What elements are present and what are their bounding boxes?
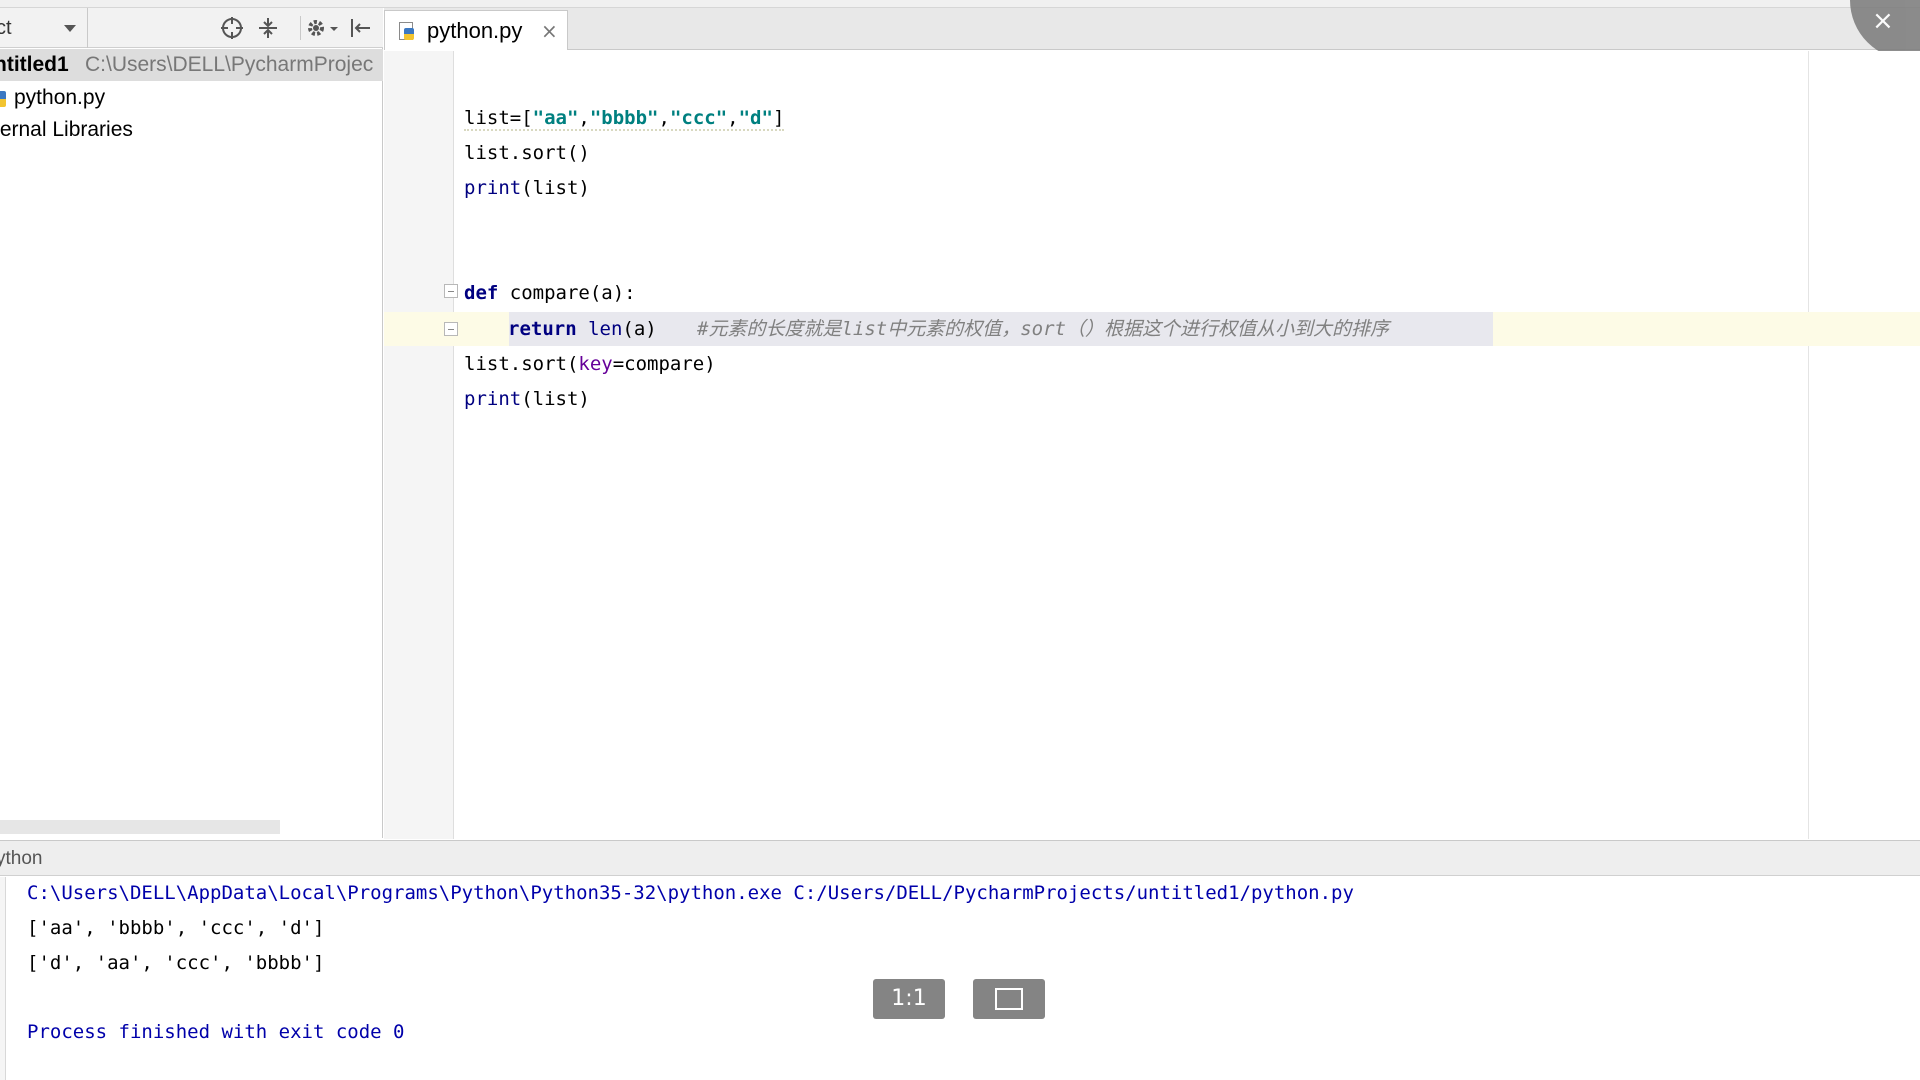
builtin-token: len [576,318,623,340]
code-token: compare(a): [498,282,636,304]
fold-marker-icon[interactable] [444,284,458,298]
code-line-7: print(list) [464,382,590,416]
actual-size-button[interactable]: 1:1 [873,979,945,1019]
run-panel-title: ython [0,848,43,869]
code-line-2: list.sort() [464,142,590,164]
string-token: "aa" [532,107,579,129]
toolbar-separator [300,16,301,40]
project-path: C:\Users\DELL\PycharmProjec [85,53,374,76]
top-strip [0,0,1920,8]
crosshair-icon[interactable] [220,16,244,40]
gear-dropdown-icon[interactable] [328,16,340,40]
code-token: =compare) [612,353,716,375]
gear-icon[interactable] [304,16,328,40]
python-file-icon [399,22,414,40]
tree-item-project[interactable]: ntitled1 C:\Users\DELL\PycharmProjec [0,49,383,81]
run-panel-header: ython [0,840,1920,876]
console-output-2: ['d', 'aa', 'ccc', 'bbbb'] [27,952,325,974]
tree-item-label: python.py [14,86,106,109]
chevron-down-icon [64,25,76,32]
code-line-6: list.sort(key=compare) [464,347,716,381]
string-token: "ccc" [669,107,728,129]
code-token: list.sort( [464,353,579,375]
code-editor[interactable] [455,51,1920,839]
right-margin-guide [1808,51,1809,839]
keyword-token: return [508,318,577,340]
tree-item-label: ternal Libraries [0,118,133,141]
close-icon: × [1872,6,1894,36]
fit-screen-icon [995,988,1023,1010]
collapse-icon[interactable] [256,16,280,40]
keyword-token: def [464,282,499,304]
code-token: (list) [521,177,590,199]
code-token: , [658,107,670,129]
project-toolbar: ct [0,8,383,48]
python-file-icon [0,91,6,107]
builtin-token: print [464,177,522,199]
builtin-token: print [464,388,522,410]
code-token: (a) [622,318,657,340]
run-gutter [0,877,6,1080]
code-line-5: return len(a) [508,312,657,346]
editor-tab-bar: python.py × [384,8,1920,50]
code-comment: #元素的长度就是list中元素的权值，sort（）根据这个进行权值从小到大的排序 [697,318,1389,340]
param-token: key [578,353,613,375]
code-token: , [727,107,739,129]
project-name: ntitled1 [0,53,69,76]
console-output-1: ['aa', 'bbbb', 'ccc', 'd'] [27,917,325,939]
console-exit-message: Process finished with exit code 0 [27,1021,405,1043]
close-icon[interactable]: × [541,11,558,51]
code-line-4: def compare(a): [464,276,636,310]
code-token: , [578,107,590,129]
project-view-label: ct [0,17,12,39]
string-token: "bbbb" [589,107,659,129]
code-token: ] [772,107,785,129]
code-line-1: list=["aa","bbbb","ccc","d"] [464,101,785,135]
project-panel: ct ntitled1 C:\Users\DELL\PycharmProjec … [0,8,383,838]
fit-screen-button[interactable] [973,979,1045,1019]
editor-gutter [384,51,454,839]
string-token: "d" [738,107,773,129]
tab-python-py[interactable]: python.py × [384,10,568,50]
tab-label: python.py [427,18,523,43]
code-line-3: print(list) [464,171,590,205]
code-token: list=[ [464,107,533,129]
list-literal: list=["aa","bbbb","ccc","d"] [464,107,785,131]
hide-icon[interactable] [348,16,372,40]
fold-marker-icon[interactable] [444,322,458,336]
project-view-dropdown[interactable]: ct [0,8,88,48]
project-scrollbar[interactable] [0,820,280,834]
code-token: (list) [521,388,590,410]
console-command: C:\Users\DELL\AppData\Local\Programs\Pyt… [27,882,1354,904]
